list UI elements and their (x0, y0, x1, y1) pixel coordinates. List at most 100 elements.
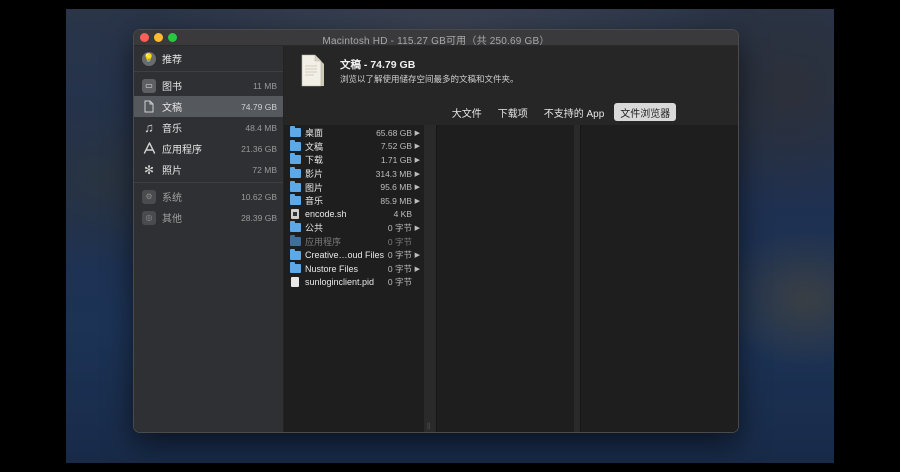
sidebar-item-label: 应用程序 (162, 145, 202, 156)
file-row[interactable]: encode.sh 4 KB (284, 208, 424, 222)
sidebar-item-applications[interactable]: 应用程序 21.36 GB (134, 138, 283, 159)
tab-unsupported-apps[interactable]: 不支持的 App (538, 103, 611, 121)
file-size: 0 字节 (387, 263, 412, 274)
category-header: 文稿 - 74.79 GB 浏览以了解使用储存空间最多的文稿和文件夹。 (284, 46, 738, 100)
file-name: 音乐 (305, 196, 324, 207)
folder-icon (290, 221, 301, 233)
sidebar-item-size: 11 MB (253, 80, 277, 91)
file-size: 314.3 MB (375, 168, 412, 179)
sidebar-item-label: 音乐 (162, 124, 182, 135)
photos-icon: ✻ (143, 162, 155, 177)
file-row[interactable]: Nustore Files 0 字节 ▶ (284, 262, 424, 276)
file-name: 应用程序 (305, 237, 342, 248)
category-title: 文稿 - 74.79 GB (340, 59, 416, 71)
sidebar-item-books[interactable]: ▭ 图书 11 MB (134, 75, 283, 96)
sidebar-item-size: 74.79 GB (241, 101, 277, 112)
disclosure-arrow-icon: ▶ (414, 252, 420, 260)
file-size: 65.68 GB (376, 127, 412, 138)
folder-icon (290, 139, 301, 151)
file-name: 文稿 (305, 141, 324, 152)
file-size: 0 字节 (387, 236, 412, 247)
file-name: Nustore Files (305, 263, 359, 274)
file-name: Creative…oud Files (305, 250, 384, 261)
lightbulb-icon: 💡 (142, 51, 156, 66)
sidebar-item-label: 图书 (162, 82, 182, 93)
book-icon: ▭ (142, 78, 156, 93)
sidebar-item-music[interactable]: ♫ 音乐 48.4 MB (134, 117, 283, 138)
sidebar-item-label: 推荐 (162, 55, 182, 66)
file-row[interactable]: 公共 0 字节 ▶ (284, 221, 424, 235)
file-row[interactable]: 文稿 7.52 GB ▶ (284, 139, 424, 154)
folder-icon (290, 180, 301, 192)
sidebar-item-label: 其他 (162, 214, 182, 225)
sidebar-item-size: 48.4 MB (245, 122, 277, 133)
file-row[interactable]: sunloginclient.pid 0 字节 (284, 276, 424, 290)
file-name: 桌面 (305, 128, 324, 139)
folder-icon (290, 194, 301, 206)
file-icon (291, 277, 299, 288)
file-row[interactable]: 影片 314.3 MB ▶ (284, 167, 424, 181)
browser-column-1[interactable]: 桌面 65.68 GB ▶ 文稿 7.52 GB ▶ 下载 1.71 GB ▶ 影片 314.3 M… (284, 125, 424, 432)
view-tabs: 大文件 下载项 不支持的 App 文件浏览器 (284, 103, 738, 121)
music-note-icon: ♫ (144, 120, 154, 135)
disclosure-arrow-icon: ▶ (414, 156, 420, 164)
main-pane: 文稿 - 74.79 GB 浏览以了解使用储存空间最多的文稿和文件夹。 大文件 … (284, 46, 738, 432)
file-name: 影片 (305, 169, 324, 180)
file-size: 4 KB (393, 209, 412, 220)
sidebar-item-documents[interactable]: 文稿 74.79 GB (134, 96, 283, 117)
file-row[interactable]: 下载 1.71 GB ▶ (284, 153, 424, 167)
file-name: encode.sh (305, 209, 347, 220)
file-name: 公共 (305, 223, 324, 234)
folder-icon (290, 248, 301, 260)
browser-column-2[interactable] (436, 125, 574, 432)
file-size: 1.71 GB (380, 154, 412, 165)
sidebar: 💡 推荐 ▭ 图书 11 MB 文稿 74.79 GB ♫ 音乐 48.4 MB… (134, 46, 284, 432)
disclosure-arrow-icon: ▶ (414, 143, 420, 151)
column-resize-handle[interactable]: || (424, 125, 436, 432)
folder-icon (290, 126, 301, 138)
app-store-icon (142, 142, 156, 156)
sidebar-item-size: 10.62 GB (241, 191, 277, 202)
other-icon: ◎ (142, 210, 156, 225)
file-row[interactable]: 桌面 65.68 GB ▶ (284, 126, 424, 140)
file-row[interactable]: Creative…oud Files 0 字节 ▶ (284, 248, 424, 262)
sidebar-item-size: 28.39 GB (241, 212, 277, 223)
disclosure-arrow-icon: ▶ (414, 224, 420, 232)
tab-downloads[interactable]: 下载项 (492, 103, 534, 121)
sidebar-item-photos[interactable]: ✻ 照片 72 MB (134, 159, 283, 180)
sidebar-item-system[interactable]: ⚙ 系统 10.62 GB (134, 186, 283, 207)
file-size: 0 字节 (387, 277, 412, 288)
sidebar-divider (134, 71, 283, 72)
file-browser: 桌面 65.68 GB ▶ 文稿 7.52 GB ▶ 下载 1.71 GB ▶ 影片 314.3 M… (284, 125, 738, 432)
sidebar-item-other[interactable]: ◎ 其他 28.39 GB (134, 207, 283, 228)
category-description: 浏览以了解使用储存空间最多的文稿和文件夹。 (340, 74, 519, 84)
sidebar-item-label: 系统 (162, 193, 182, 204)
file-name: 下载 (305, 155, 324, 166)
file-name: 图片 (305, 182, 324, 193)
sidebar-item-size: 72 MB (252, 164, 277, 175)
sidebar-item-label: 照片 (162, 166, 182, 177)
browser-column-3[interactable] (580, 125, 738, 432)
tab-file-browser[interactable]: 文件浏览器 (614, 103, 677, 121)
file-row[interactable]: 应用程序 0 字节 (284, 235, 424, 249)
disclosure-arrow-icon: ▶ (414, 184, 420, 192)
file-size: 0 字节 (387, 250, 412, 261)
folder-icon (290, 235, 301, 247)
file-name: sunloginclient.pid (305, 277, 375, 288)
folder-icon (290, 153, 301, 165)
tab-large-files[interactable]: 大文件 (446, 103, 488, 121)
storage-management-window: Macintosh HD - 115.27 GB可用（共 250.69 GB） … (134, 30, 738, 432)
title-bar: Macintosh HD - 115.27 GB可用（共 250.69 GB） (134, 30, 738, 47)
disclosure-arrow-icon: ▶ (414, 197, 420, 205)
file-row[interactable]: 图片 95.6 MB ▶ (284, 180, 424, 194)
folder-icon (290, 167, 301, 179)
file-size: 7.52 GB (380, 141, 412, 152)
file-size: 85.9 MB (380, 195, 412, 206)
file-size: 0 字节 (387, 222, 412, 233)
file-row[interactable]: 音乐 85.9 MB ▶ (284, 194, 424, 208)
sidebar-item-recommendations[interactable]: 💡 推荐 (134, 48, 283, 69)
window-title: Macintosh HD - 115.27 GB可用（共 250.69 GB） (322, 36, 550, 47)
disclosure-arrow-icon: ▶ (414, 170, 420, 178)
gear-icon: ⚙ (142, 189, 156, 204)
sidebar-item-size: 21.36 GB (241, 143, 277, 154)
